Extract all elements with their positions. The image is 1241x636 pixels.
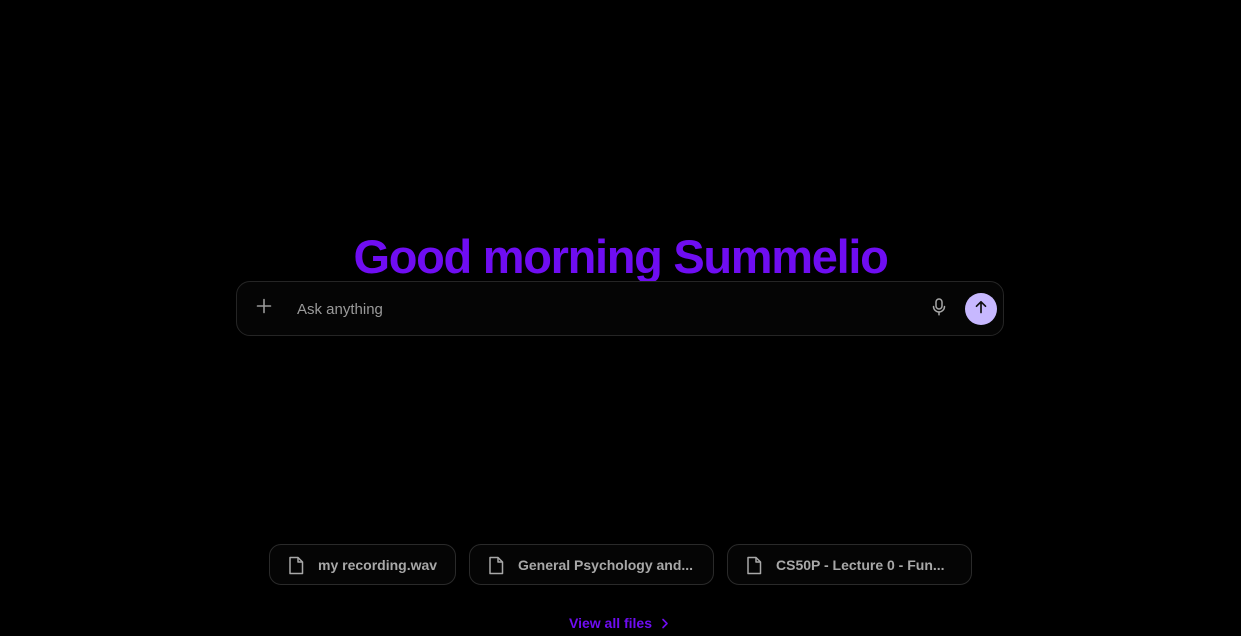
view-all-files-label: View all files <box>569 615 653 631</box>
chevron-right-icon <box>661 618 669 629</box>
recent-files: my recording.wav General Psychology and.… <box>0 544 1241 586</box>
recent-file-name: my recording.wav <box>318 557 438 573</box>
ask-input[interactable] <box>297 294 907 324</box>
plus-icon <box>256 298 272 319</box>
file-icon <box>487 556 505 575</box>
file-icon <box>287 556 305 575</box>
send-button[interactable] <box>965 293 997 325</box>
chat-composer <box>236 281 1004 336</box>
voice-input-button[interactable] <box>927 297 951 321</box>
file-icon <box>745 556 763 575</box>
view-all-files-link[interactable]: View all files <box>569 613 669 633</box>
microphone-icon <box>931 297 947 321</box>
recent-file-chip[interactable]: my recording.wav <box>269 544 456 585</box>
attach-button[interactable] <box>251 295 277 321</box>
recent-file-chip[interactable]: CS50P - Lecture 0 - Fun... <box>727 544 972 585</box>
recent-file-name: General Psychology and... <box>518 557 694 573</box>
greeting-title: Good morning Summelio <box>353 230 888 284</box>
recent-file-name: CS50P - Lecture 0 - Fun... <box>776 557 945 573</box>
recent-file-chip[interactable]: General Psychology and... <box>469 544 714 585</box>
arrow-up-icon <box>974 300 988 319</box>
